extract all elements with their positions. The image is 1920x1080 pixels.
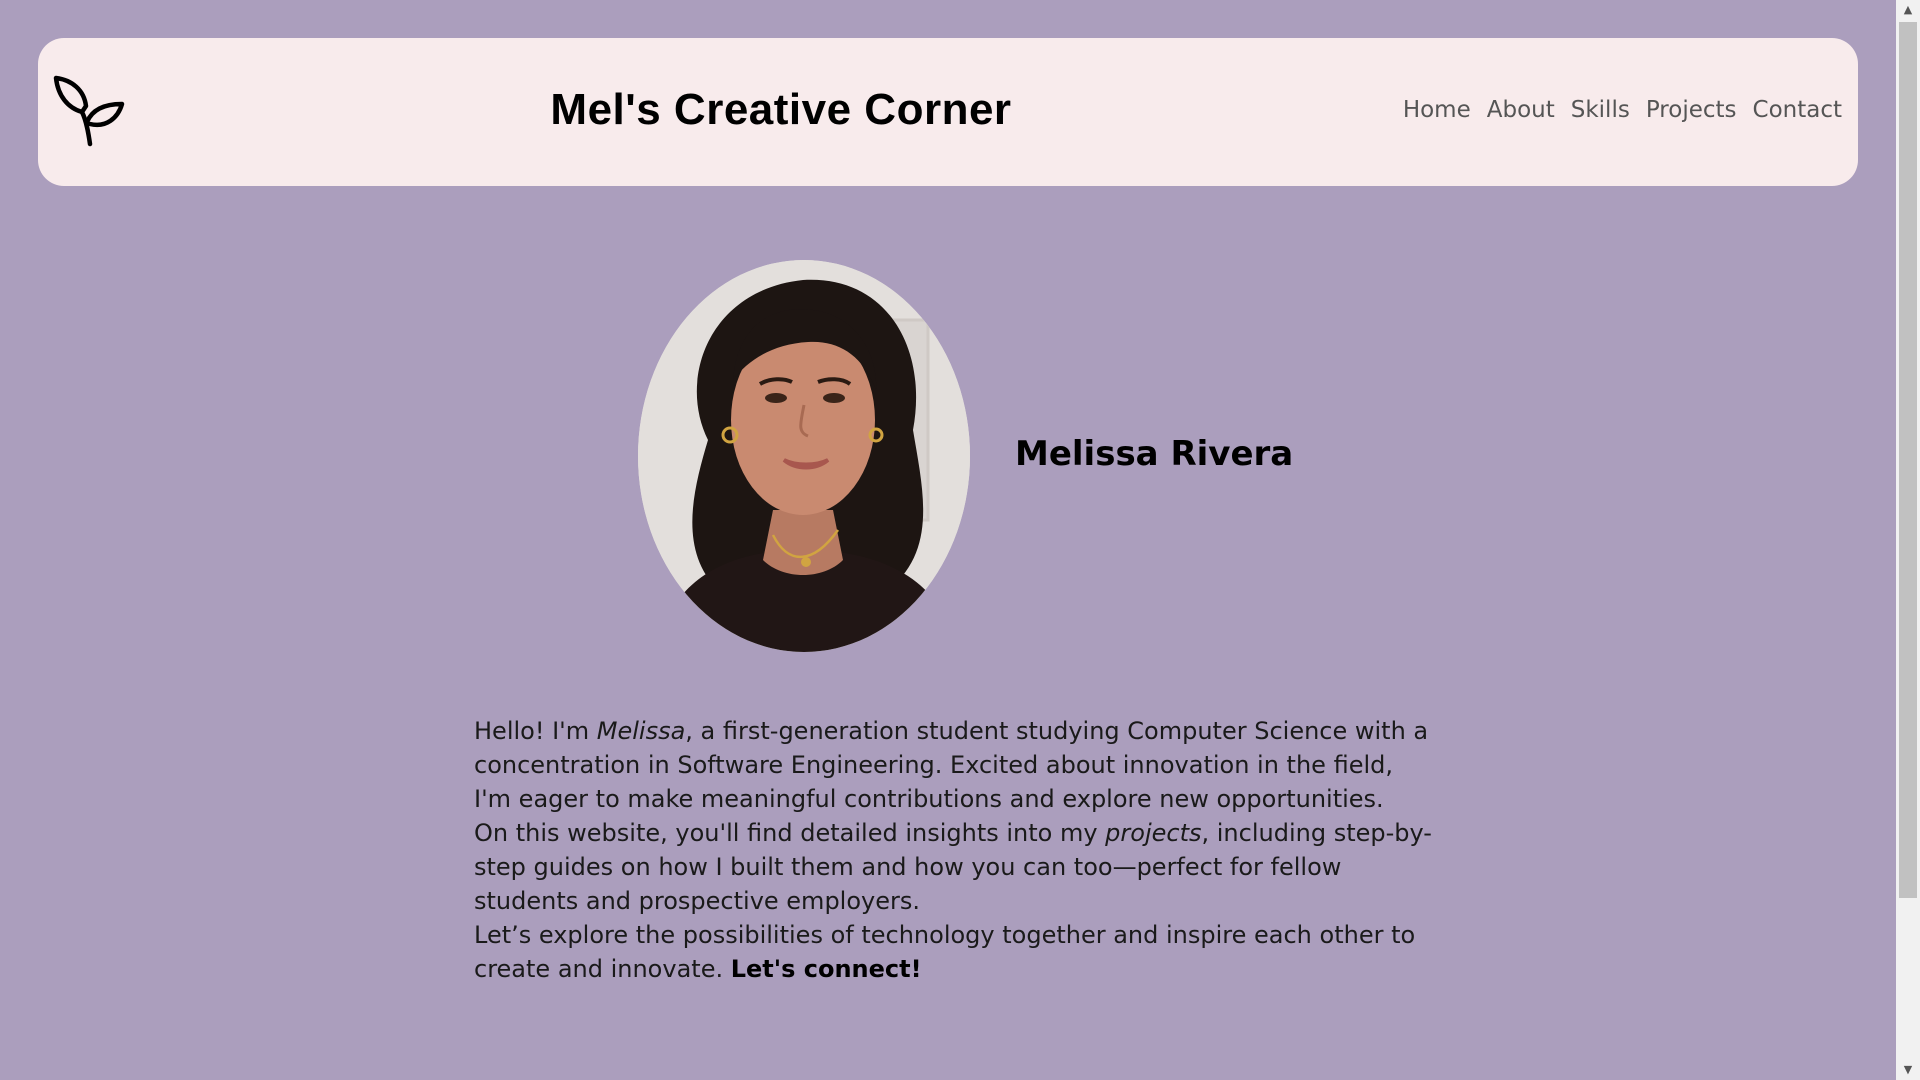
bio-text: On this website, you'll find detailed in…	[474, 819, 1106, 847]
profile-photo	[638, 260, 970, 652]
site-header: Mel's Creative Corner Home About Skills …	[38, 38, 1858, 186]
bio-paragraph-2: On this website, you'll find detailed in…	[474, 816, 1434, 918]
nav-link-contact[interactable]: Contact	[1753, 99, 1842, 122]
nav-link-about[interactable]: About	[1487, 99, 1555, 122]
bio-emphasis-projects: projects	[1105, 819, 1202, 847]
bio-text: Hello! I'm	[474, 717, 597, 745]
scroll-down-arrow-icon[interactable]: ▼	[1896, 1060, 1920, 1080]
bio-paragraph-1: Hello! I'm Melissa, a first-generation s…	[474, 714, 1434, 816]
site-title: Mel's Creative Corner	[550, 85, 1012, 134]
nav-link-home[interactable]: Home	[1403, 99, 1471, 122]
scrollbar-thumb[interactable]	[1899, 22, 1917, 898]
nav-link-projects[interactable]: Projects	[1646, 99, 1737, 122]
main-nav: Home About Skills Projects Contact	[1403, 99, 1842, 122]
bio-text: Let’s explore the possibilities of techn…	[474, 921, 1416, 983]
scroll-up-arrow-icon[interactable]: ▲	[1896, 0, 1920, 20]
profile-name: Melissa Rivera	[1015, 434, 1294, 474]
bio-emphasis-name: Melissa	[596, 717, 686, 745]
lets-connect-text: Let's connect!	[730, 955, 922, 983]
nav-link-skills[interactable]: Skills	[1571, 99, 1630, 122]
bio: Hello! I'm Melissa, a first-generation s…	[474, 714, 1434, 986]
page: Mel's Creative Corner Home About Skills …	[0, 0, 1920, 1080]
vertical-scrollbar[interactable]: ▲ ▼	[1896, 0, 1920, 1080]
bio-paragraph-3: Let’s explore the possibilities of techn…	[474, 918, 1434, 986]
